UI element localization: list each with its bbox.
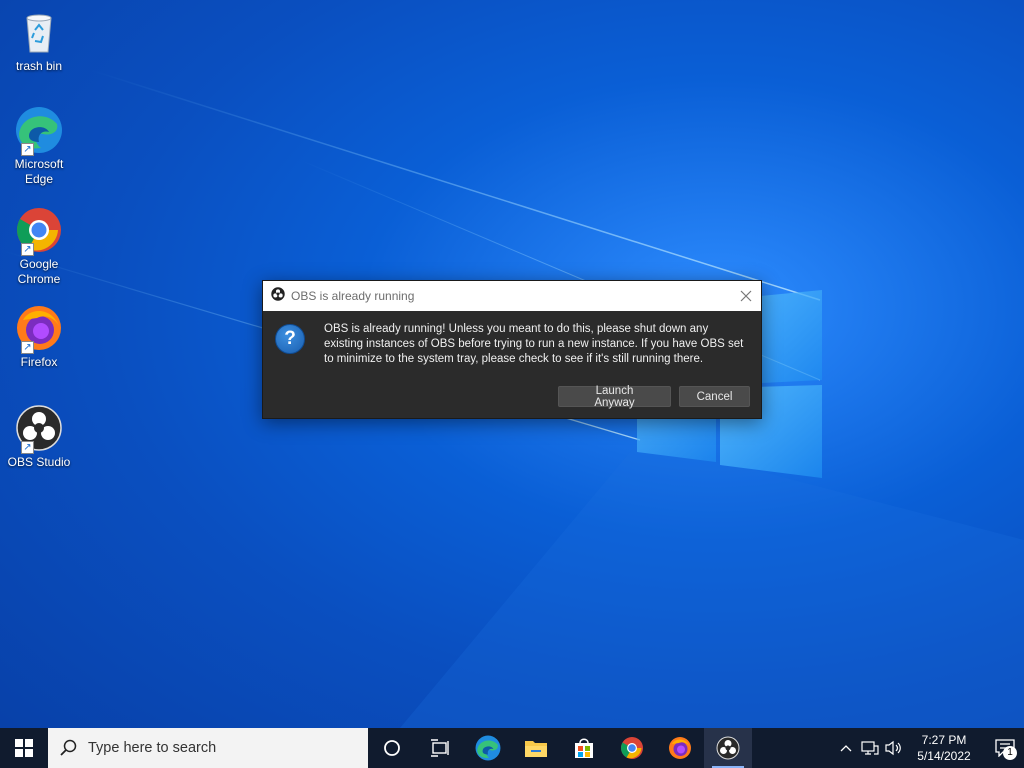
firefox-icon: [669, 737, 691, 759]
desktop-icon-label: trash bin: [15, 59, 63, 73]
taskbar-file-explorer-button[interactable]: [512, 728, 560, 768]
show-hidden-icons-button[interactable]: [834, 728, 858, 768]
desktop-icon-label: Firefox: [20, 355, 58, 369]
task-view-button[interactable]: [416, 728, 464, 768]
edge-icon: ↗: [15, 106, 63, 156]
dialog-body: ? OBS is already running! Unless you mea…: [263, 311, 761, 367]
obs-icon: ↗: [15, 404, 63, 454]
desktop-icon-microsoft-edge[interactable]: ↗ Microsoft Edge: [4, 106, 74, 187]
desktop-icon-firefox[interactable]: ↗ Firefox: [4, 304, 74, 370]
notification-badge: 1: [1003, 746, 1017, 760]
dialog-titlebar[interactable]: OBS is already running: [263, 281, 761, 311]
recycle-bin-icon: [15, 8, 63, 56]
obs-icon: [716, 736, 740, 760]
desktop-icon-label: Microsoft Edge: [14, 157, 64, 186]
firefox-icon: ↗: [15, 304, 63, 354]
shortcut-arrow-icon: ↗: [21, 243, 34, 256]
obs-already-running-dialog: OBS is already running ? OBS is already …: [262, 280, 762, 419]
desktop-icon-google-chrome[interactable]: ↗ Google Chrome: [4, 206, 74, 287]
chrome-icon: [621, 737, 643, 759]
start-button[interactable]: [0, 728, 48, 768]
obs-icon: [271, 286, 285, 306]
taskbar: Type here to search 7:27 PM 5/14/2022 1: [0, 728, 1024, 768]
cortana-circle-icon: [384, 740, 400, 756]
taskbar-edge-button[interactable]: [464, 728, 512, 768]
shortcut-arrow-icon: ↗: [21, 341, 34, 354]
dialog-message: OBS is already running! Unless you meant…: [324, 323, 744, 365]
desktop-icon-label: Google Chrome: [17, 257, 61, 286]
edge-icon: [475, 735, 501, 761]
task-view-icon: [431, 739, 449, 757]
network-icon: [861, 741, 879, 755]
folder-icon: [525, 741, 547, 757]
network-button[interactable]: [858, 728, 882, 768]
chrome-icon: ↗: [15, 206, 63, 256]
taskbar-chrome-button[interactable]: [608, 728, 656, 768]
dialog-title: OBS is already running: [291, 289, 415, 303]
search-placeholder: Type here to search: [88, 740, 217, 756]
close-icon: [740, 290, 752, 302]
clock-time: 7:27 PM: [921, 733, 967, 747]
volume-button[interactable]: [882, 728, 906, 768]
dialog-buttons: Launch Anyway Cancel: [558, 385, 750, 409]
desktop-icon-trash-bin[interactable]: trash bin: [4, 8, 74, 74]
launch-anyway-button[interactable]: Launch Anyway: [558, 385, 671, 409]
speaker-icon: [885, 740, 901, 756]
desktop-icon-obs-studio[interactable]: ↗ OBS Studio: [4, 404, 74, 470]
search-icon: [60, 739, 77, 756]
taskbar-clock[interactable]: 7:27 PM 5/14/2022: [912, 732, 976, 764]
desktop-icon-label: OBS Studio: [7, 455, 71, 469]
taskbar-store-button[interactable]: [560, 728, 608, 768]
action-center-button[interactable]: 1: [986, 728, 1024, 768]
store-icon: [575, 738, 593, 758]
question-icon: ?: [275, 324, 305, 354]
clock-date: 5/14/2022: [917, 749, 971, 763]
chevron-up-icon: [840, 745, 852, 752]
shortcut-arrow-icon: ↗: [21, 441, 34, 454]
shortcut-arrow-icon: ↗: [21, 143, 34, 156]
taskbar-firefox-button[interactable]: [656, 728, 704, 768]
taskbar-search-box[interactable]: Type here to search: [48, 728, 368, 768]
system-tray: 7:27 PM 5/14/2022 1: [834, 728, 1024, 768]
dialog-close-button[interactable]: [731, 281, 761, 311]
cancel-button[interactable]: Cancel: [679, 386, 750, 407]
windows-start-icon: [15, 739, 33, 757]
taskbar-obs-button[interactable]: [704, 728, 752, 768]
cortana-button[interactable]: [368, 728, 416, 768]
